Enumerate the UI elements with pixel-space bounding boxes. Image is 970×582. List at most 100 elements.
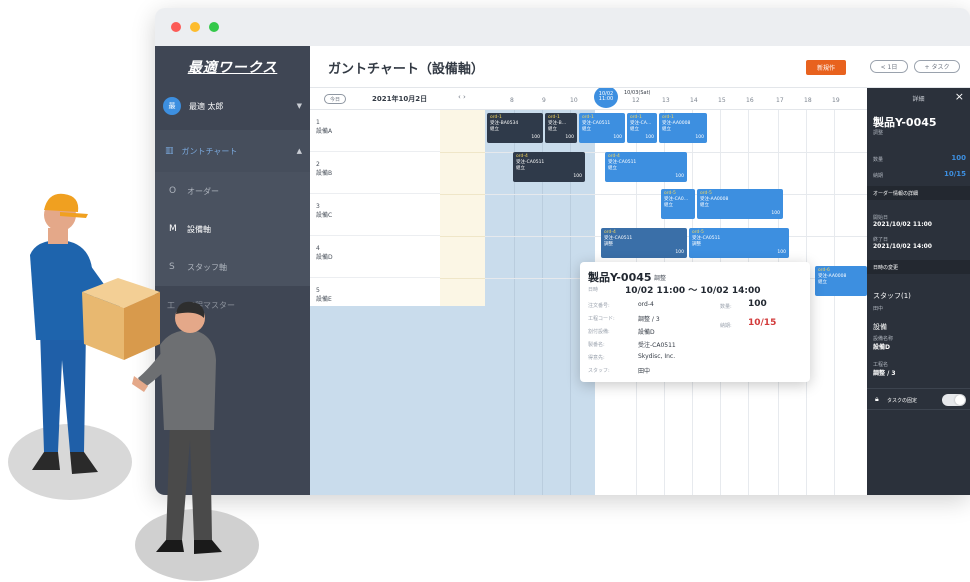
popup-field-label: 製番名:: [588, 342, 605, 348]
popup-time-label: 日時: [588, 287, 599, 293]
task-bar-selected[interactable]: ord-4 受注-CA0511 調整 100: [601, 228, 687, 258]
row-name: 設備C: [316, 212, 333, 219]
task-bar[interactable]: ord-5 受注-CA0511 調整 100: [689, 228, 789, 258]
bar-qty: 100: [771, 210, 780, 216]
bar-qty: 100: [675, 249, 684, 255]
bar-process: 組立: [582, 127, 591, 133]
bar-process: 組立: [608, 166, 617, 172]
equipment-label: 設備名称: [873, 336, 894, 342]
hour-label: 13: [662, 97, 670, 104]
task-bar[interactable]: ord-5 受注-CA0… 組立: [661, 189, 695, 219]
detail-due-label: 納期: [873, 173, 884, 179]
today-button[interactable]: 今日: [324, 94, 346, 104]
sidebar-item-order[interactable]: O オーダー: [155, 172, 310, 210]
bar-qty: 100: [613, 134, 622, 140]
close-window-button[interactable]: [171, 22, 181, 32]
chart-icon: ▥: [165, 146, 174, 156]
bar-qty: 100: [565, 134, 574, 140]
equipment-icon: M: [169, 224, 177, 234]
task-bar[interactable]: ord-1 受注-B… 組立 100: [545, 113, 577, 143]
brand-logo[interactable]: 最適ワークス: [155, 46, 310, 88]
task-lock-toggle[interactable]: [942, 394, 966, 406]
popup-field-label: 得意先:: [588, 355, 605, 361]
sidebar-item-label: ガントチャート: [181, 146, 238, 156]
popup-field-label: 工程コード:: [588, 316, 615, 322]
minimize-window-button[interactable]: [190, 22, 200, 32]
bar-qty: 100: [645, 134, 654, 140]
task-bar[interactable]: ord-6 受注-AA0008 組立: [815, 266, 867, 296]
task-bar[interactable]: ord-4 受注-CA0511 組立 100: [605, 152, 687, 182]
row-label-equipment-b[interactable]: 2 設備B: [310, 152, 440, 194]
bar-process: 組立: [516, 166, 525, 172]
main-header: ガントチャート（設備軸） 新規作 < 1日 + タスク: [310, 46, 970, 88]
row-label-equipment-c[interactable]: 3 設備C: [310, 194, 440, 236]
task-bar[interactable]: ord-1 受注-BA0534 組立 100: [487, 113, 543, 143]
detail-subtitle: 調整: [873, 130, 884, 136]
row-number: 1: [316, 119, 320, 126]
close-icon[interactable]: ×: [955, 90, 964, 103]
one-day-button[interactable]: < 1日: [870, 60, 908, 73]
sidebar-item-process-master[interactable]: 工 工程マスター: [155, 286, 310, 324]
row-number: 3: [316, 203, 320, 210]
current-time-badge: 10/02 11:00: [594, 88, 618, 108]
zoom-window-button[interactable]: [209, 22, 219, 32]
task-bar[interactable]: ord-1 受注-CA0511 組立 100: [579, 113, 625, 143]
sidebar-item-equipment[interactable]: M 設備軸: [155, 210, 310, 248]
sidebar-item-staff[interactable]: S スタッフ軸: [155, 248, 310, 286]
bar-process: 組立: [630, 127, 639, 133]
now-time: 11:00: [598, 96, 614, 102]
hour-label: 18: [804, 97, 812, 104]
order-detail-section[interactable]: オーダー情報の詳細: [867, 186, 970, 200]
sidebar: 最適ワークス 最 最適 太郎 ▼ ▥ ガントチャート ▲ O オーダー M 設備…: [155, 46, 310, 495]
floor-shadow: [8, 424, 132, 500]
task-bar[interactable]: ord-4 受注-CA0511 組立 100: [513, 152, 585, 182]
new-button[interactable]: 新規作: [806, 60, 846, 75]
datetime-change-section[interactable]: 日時の変更: [867, 260, 970, 274]
chevron-up-icon: ▲: [296, 147, 302, 155]
row-label-equipment-a[interactable]: 1 設備A: [310, 110, 440, 152]
hour-label: 16: [746, 97, 754, 104]
row-number: 2: [316, 161, 320, 168]
stage: 最適ワークス 最 最適 太郎 ▼ ▥ ガントチャート ▲ O オーダー M 設備…: [0, 0, 970, 582]
bar-process: 組立: [490, 127, 499, 133]
bar-process: 組立: [662, 127, 671, 133]
empty-area: [310, 306, 485, 495]
hour-label: 15: [718, 97, 726, 104]
task-bar[interactable]: ord-5 受注-AA0008 組立 100: [697, 189, 783, 219]
popup-field-value: 田中: [638, 368, 651, 375]
popup-due-label: 納期:: [720, 323, 732, 329]
detail-qty: 100: [951, 154, 966, 162]
hour-label: 12: [632, 97, 640, 104]
add-task-button[interactable]: + タスク: [914, 60, 960, 73]
row-label-equipment-d[interactable]: 4 設備D: [310, 236, 440, 278]
bar-process: 組立: [700, 203, 709, 209]
sidebar-item-gantt[interactable]: ▥ ガントチャート ▲: [155, 130, 310, 172]
current-date: 2021年10月2日: [372, 95, 428, 103]
task-bar[interactable]: ord-1 受注-CA… 組立 100: [627, 113, 657, 143]
equipment-section: 設備: [873, 323, 887, 331]
popup-time: 10/02 11:00 〜 10/02 14:00: [625, 286, 761, 296]
sidebar-item-label: オーダー: [187, 186, 219, 196]
bar-qty: 100: [777, 249, 786, 255]
hour-label: 8: [510, 97, 514, 104]
popup-field-value: 受注-CA0511: [638, 342, 676, 349]
detail-panel: 詳細 × 製品Y-0045 調整 数量 100 納期 10/15 オーダー情報の…: [867, 88, 970, 495]
row-name: 設備A: [316, 128, 333, 135]
sidebar-item-label: 工程マスター: [187, 300, 235, 310]
gantt-toolbar: 今日 2021年10月2日 ‹ › 8 9 10 12 13 14 15 16 …: [310, 88, 867, 110]
task-bar[interactable]: ord-1 受注-AA0008 組立 100: [659, 113, 707, 143]
date-nav-arrows[interactable]: ‹ ›: [458, 93, 466, 101]
user-menu[interactable]: 最 最適 太郎 ▼: [155, 88, 310, 124]
hour-label: 14: [690, 97, 698, 104]
user-name: 最適 太郎: [189, 101, 224, 111]
worker-with-cap: [30, 193, 120, 474]
staff-icon: S: [169, 262, 175, 272]
cardboard-box: [82, 278, 160, 360]
popup-field-value: Skydisc, Inc.: [638, 353, 676, 360]
detail-qty-label: 数量: [873, 157, 884, 163]
row-name: 設備B: [316, 170, 333, 177]
hour-label: 17: [776, 97, 784, 104]
lock-icon: 🔒︎: [875, 395, 879, 403]
popup-field-label: スタッフ:: [588, 368, 610, 374]
hour-label: 10: [570, 97, 578, 104]
